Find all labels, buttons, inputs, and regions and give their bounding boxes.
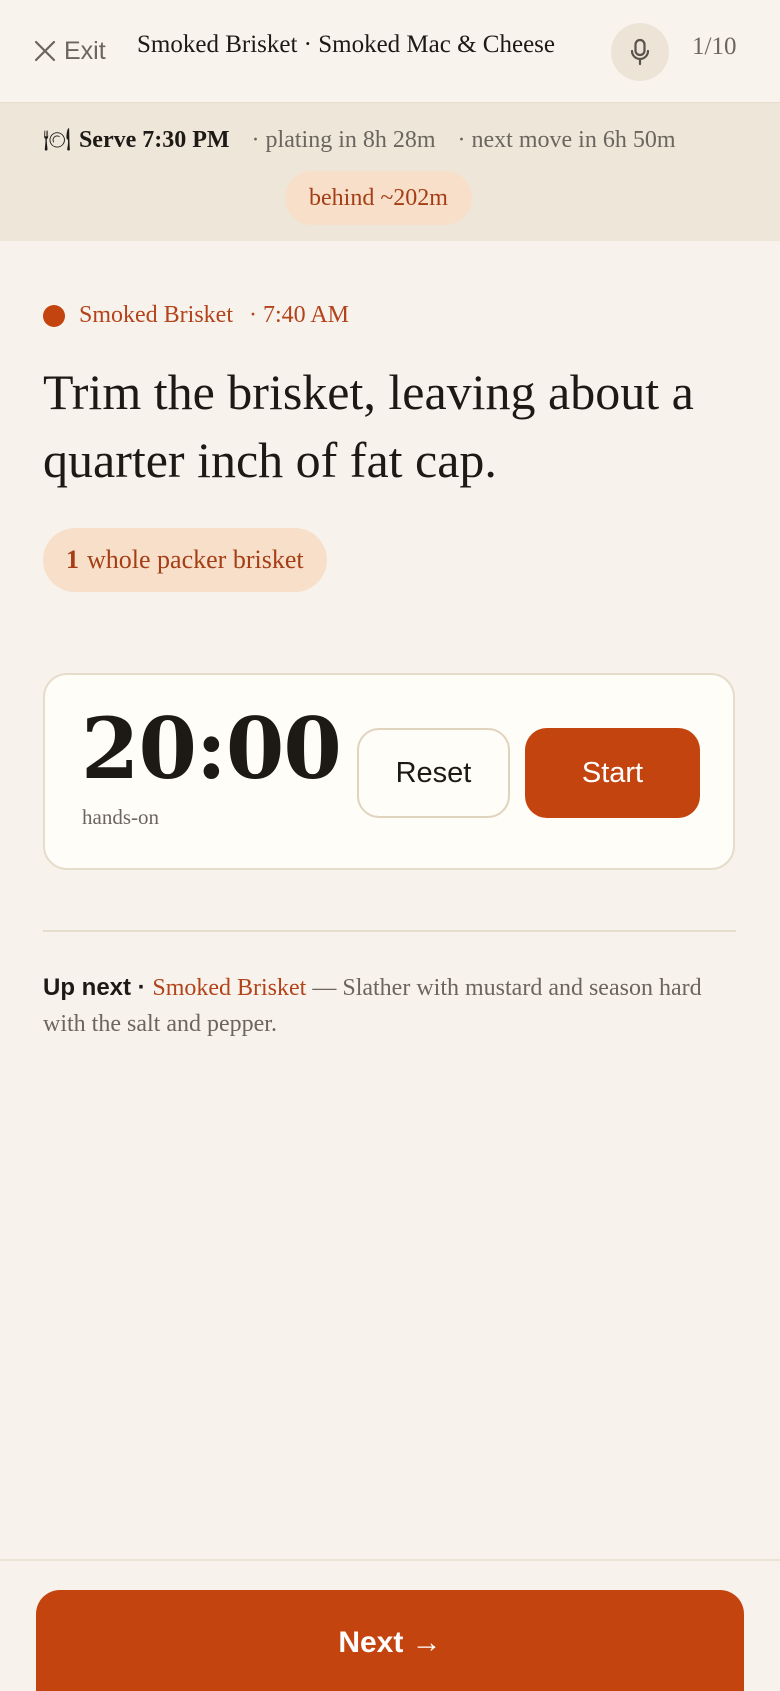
step-recipe-tag: Smoked Brisket · 7:40 AM [43, 302, 349, 329]
step-counter: 1/10 [692, 33, 737, 60]
voice-button[interactable] [611, 23, 669, 81]
up-next-label: Up next [43, 974, 132, 1001]
exit-label: Exit [64, 36, 106, 65]
timer-card: 20:00 hands-on Reset Start [43, 673, 735, 870]
serve-time: Serve 7:30 PM [78, 127, 230, 153]
plating-countdown: · plating in 8h 28m [251, 127, 436, 153]
divider [43, 930, 736, 932]
step-recipe-name: Smoked Brisket [79, 302, 233, 328]
page-title: Smoked Brisket · Smoked Mac & Cheese [137, 31, 555, 58]
step-time: · 7:40 AM [249, 302, 350, 328]
schedule-status-bar: 🍽 Serve 7:30 PM · plating in 8h 28m · ne… [0, 103, 780, 241]
microphone-icon [630, 38, 650, 66]
up-next-recipe: Smoked Brisket [152, 975, 307, 1001]
timer-display: 20:00 [81, 699, 342, 798]
ingredient-quantity: 1 [66, 545, 79, 574]
close-icon [34, 40, 56, 62]
timer-label: hands-on [82, 805, 159, 829]
step-instruction: Trim the brisket, leaving about a quarte… [43, 364, 694, 488]
next-move-countdown: · next move in 6h 50m [457, 127, 676, 153]
top-bar: Exit Smoked Brisket · Smoked Mac & Chees… [0, 0, 780, 103]
next-button[interactable]: Next → [36, 1590, 744, 1691]
ingredient-chip: 1 whole packer brisket [43, 528, 327, 592]
behind-schedule-badge: behind ~202m [285, 171, 472, 225]
exit-button[interactable]: Exit [34, 33, 106, 69]
start-button[interactable]: Start [525, 728, 700, 818]
up-next: Up next · Smoked Brisket — Slather with … [43, 970, 743, 1042]
plate-cutlery-icon: 🍽 [43, 127, 71, 152]
up-next-separator: · [131, 974, 153, 1001]
reset-button[interactable]: Reset [357, 728, 510, 818]
recipe-color-dot [43, 304, 65, 327]
ingredient-name: whole packer brisket [87, 545, 304, 574]
serve-line: 🍽 Serve 7:30 PM · plating in 8h 28m · ne… [43, 127, 676, 154]
footer-divider [0, 1559, 780, 1561]
